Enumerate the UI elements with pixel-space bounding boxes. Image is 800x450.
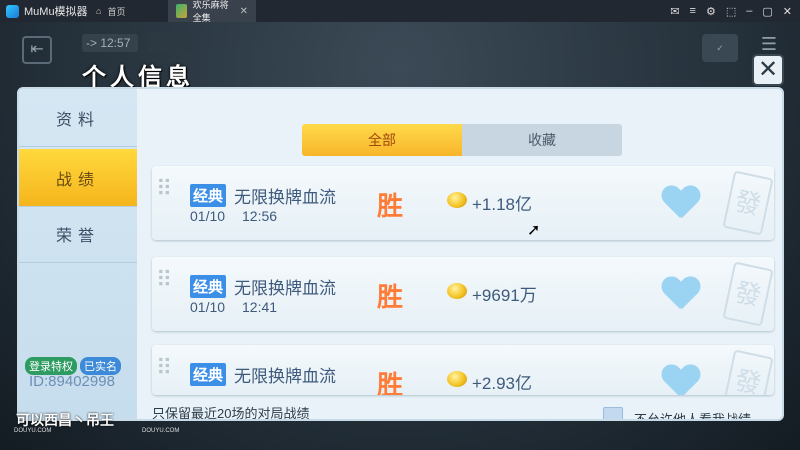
record-card[interactable]: ⠿ 经典 无限换牌血流 01/10 12:56 胜 +1.18亿 發: [152, 166, 774, 240]
coin-amount: +9691万: [472, 286, 537, 305]
tab-favorites[interactable]: 收藏: [462, 124, 622, 156]
app-brand: MuMu模拟器: [0, 3, 88, 19]
result-label: 胜: [377, 283, 404, 313]
mode-tag: 经典: [190, 275, 227, 298]
douyu-watermark: DOUYU.COM: [14, 428, 52, 434]
sidebar-item-honors[interactable]: 荣誉: [19, 205, 137, 263]
gold-coin-icon: [447, 192, 467, 208]
tile-watermark-icon: 發: [722, 261, 774, 327]
mahjong-decoration-icon: ⠿: [156, 355, 173, 380]
app-name-label: MuMu模拟器: [24, 6, 88, 18]
tab-home[interactable]: ⌂ 首页: [88, 0, 168, 22]
mail-icon[interactable]: ✉: [670, 5, 679, 18]
favorite-heart-icon[interactable]: [663, 365, 699, 395]
mahjong-decoration-icon: ⠿: [156, 176, 173, 201]
mouse-cursor-icon: ➚: [527, 222, 541, 239]
game-viewport: ⇤ -> 12:57 ✓ ☰ 个人信息 ✕ 资料 战绩 荣誉 登录特权 已实名 …: [0, 22, 800, 450]
result-label: 胜: [377, 192, 404, 222]
record-time: 12:41: [242, 299, 278, 315]
emulator-titlebar: MuMu模拟器 ⌂ 首页 欢乐麻将全集 ✕ ✉ ≡ ⚙ ⬚ – ▢ ✕: [0, 0, 800, 23]
window-controls: ✉ ≡ ⚙ ⬚ – ▢ ✕: [670, 5, 800, 18]
result-label: 胜: [377, 371, 404, 395]
tab-game[interactable]: 欢乐麻将全集 ✕: [168, 0, 256, 23]
privacy-label: 不允许他人看我战绩: [634, 412, 752, 421]
record-date: 01/10: [190, 299, 226, 315]
douyu-watermark-2: DOUYU.COM: [142, 428, 180, 434]
battery-icon: [148, 32, 192, 52]
mode-name: 无限换牌血流: [234, 279, 336, 298]
home-icon: ⌂: [96, 6, 102, 16]
tile-watermark-icon: 發: [722, 170, 774, 236]
gold-coin-icon: [447, 371, 467, 387]
records-retention-note: 只保留最近20场的对局战绩: [152, 406, 310, 421]
profile-sidebar: 资料 战绩 荣誉 登录特权 已实名 ID:89402998: [19, 89, 137, 419]
profile-panel: 资料 战绩 荣誉 登录特权 已实名 ID:89402998 全部 收藏 ⠿ 经典…: [17, 87, 784, 421]
coin-amount: +2.93亿: [472, 374, 533, 393]
maximize-icon[interactable]: ▢: [762, 5, 772, 18]
mode-name: 无限换牌血流: [234, 367, 336, 386]
record-card[interactable]: ⠿ 经典 无限换牌血流 胜 +2.93亿 發: [152, 345, 774, 395]
tab-home-label: 首页: [107, 6, 126, 17]
menu-icon[interactable]: ≡: [690, 5, 696, 18]
record-card[interactable]: ⠿ 经典 无限换牌血流 01/10 12:41 胜 +9691万 發: [152, 257, 774, 331]
mahjong-decoration-icon: ⠿: [156, 267, 173, 292]
sidebar-item-records[interactable]: 战绩: [19, 149, 137, 207]
restore-icon[interactable]: ⬚: [726, 5, 736, 18]
minimize-icon[interactable]: –: [746, 5, 752, 18]
mahjong-game-icon: [176, 4, 187, 18]
record-filter-tabs: 全部 收藏: [302, 124, 622, 156]
game-clock: -> 12:57: [82, 34, 138, 52]
mumu-logo-icon: [6, 4, 19, 18]
coin-amount: +1.18亿: [472, 195, 533, 214]
exit-door-icon[interactable]: ⇤: [22, 36, 52, 64]
mode-name: 无限换牌血流: [234, 188, 336, 207]
streamer-watermark: 可以西昌丶吊王: [16, 412, 114, 428]
favorite-heart-icon[interactable]: [663, 186, 699, 222]
settings-gear-icon[interactable]: ⚙: [706, 5, 716, 18]
mode-tag: 经典: [190, 184, 227, 207]
tab-all[interactable]: 全部: [302, 124, 462, 156]
sidebar-item-profile[interactable]: 资料: [19, 89, 137, 147]
close-cross-icon[interactable]: ✕: [752, 54, 784, 86]
tab-close-icon[interactable]: ✕: [240, 6, 248, 17]
favorite-heart-icon[interactable]: [663, 277, 699, 313]
tile-watermark-icon: 發: [722, 349, 774, 395]
close-window-icon[interactable]: ✕: [783, 5, 792, 18]
mode-tag: 经典: [190, 363, 227, 386]
player-id: ID:89402998: [29, 373, 115, 390]
gold-coin-icon: [447, 283, 467, 299]
privacy-checkbox[interactable]: [603, 407, 623, 419]
checkin-icon[interactable]: ✓: [702, 34, 738, 62]
record-date: 01/10: [190, 208, 226, 224]
tab-game-label: 欢乐麻将全集: [192, 0, 229, 23]
record-time: 12:56: [242, 208, 278, 224]
